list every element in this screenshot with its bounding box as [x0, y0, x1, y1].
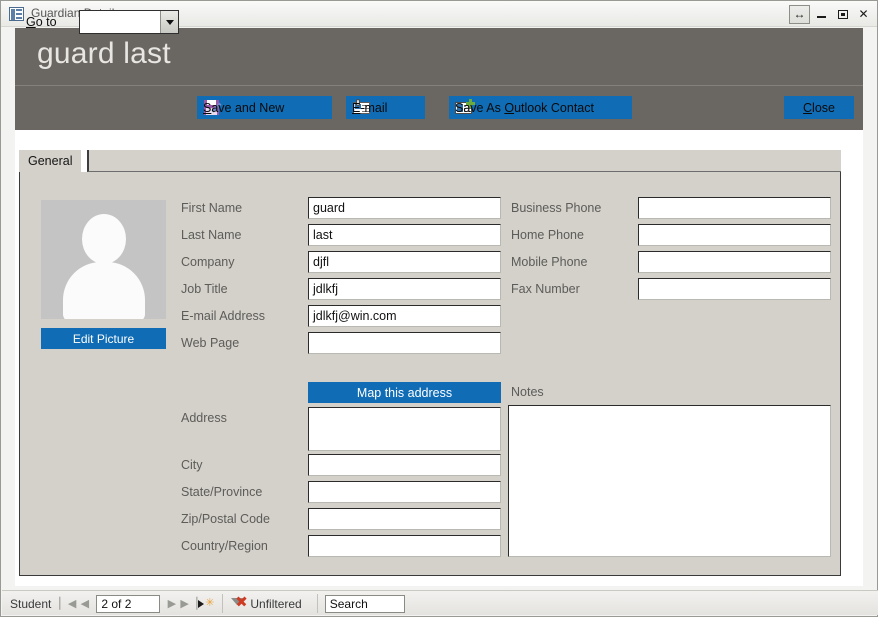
status-divider-1: [222, 594, 224, 613]
tab-general[interactable]: General: [19, 150, 82, 172]
home-phone-field[interactable]: [638, 224, 831, 246]
web-page-field[interactable]: [308, 332, 501, 354]
form-icon: [9, 7, 24, 21]
edit-picture-button[interactable]: Edit Picture: [41, 328, 166, 349]
status-divider-2: [316, 594, 318, 613]
job-title-field[interactable]: jdlkfj: [308, 278, 501, 300]
previous-record-button[interactable]: ◀: [76, 595, 93, 613]
guardian-details-window: Guardian Details ↔ ✕ guard last Go to Sa…: [0, 0, 878, 617]
minimize-button[interactable]: [812, 5, 831, 23]
goto-label: Go to: [26, 15, 57, 29]
state-province-field[interactable]: [308, 481, 501, 503]
save-as-outlook-contact-button[interactable]: Save As Outlook Contact: [449, 96, 632, 119]
label-email-address: E-mail Address: [181, 309, 266, 323]
new-record-button[interactable]: ✳: [197, 595, 215, 613]
status-bar: Student ▏◀ ◀ 2 of 2 ▶ ▶▕ ✳ Unfiltered Se…: [2, 590, 878, 615]
command-bar: [15, 85, 863, 131]
email-button[interactable]: E-mail: [346, 96, 425, 119]
next-record-button[interactable]: ▶: [163, 595, 180, 613]
window-controls: ↔ ✕: [789, 4, 873, 24]
avatar-body: [62, 262, 145, 319]
close-icon: ✕: [858, 7, 869, 21]
label-zip-postal-code: Zip/Postal Code: [181, 512, 270, 526]
person-silhouette-icon[interactable]: [41, 200, 166, 319]
label-web-page: Web Page: [181, 336, 240, 350]
new-record-arrow-icon: [198, 599, 205, 608]
maximize-button[interactable]: [833, 5, 852, 23]
search-input[interactable]: Search: [324, 594, 405, 613]
outlook-accel: O: [504, 100, 515, 115]
email-label: -mail: [360, 100, 388, 115]
label-notes: Notes: [511, 385, 544, 399]
close-label: lose: [812, 100, 835, 115]
maximize-icon: [837, 9, 848, 19]
close-accel: C: [803, 100, 813, 115]
close-window-button[interactable]: ✕: [854, 5, 873, 23]
restore-width-icon: ↔: [793, 7, 806, 21]
goto-accel: G: [26, 15, 36, 29]
label-first-name: First Name: [181, 201, 243, 215]
label-country-region: Country/Region: [181, 539, 268, 553]
label-home-phone: Home Phone: [511, 228, 584, 242]
chevron-down-icon[interactable]: [160, 11, 178, 33]
restore-width-button[interactable]: ↔: [789, 4, 810, 24]
label-fax-number: Fax Number: [511, 282, 580, 296]
first-name-field[interactable]: guard: [308, 197, 501, 219]
avatar-head: [81, 214, 126, 264]
save-and-new-label: ave and New: [211, 100, 285, 115]
goto-input[interactable]: [80, 11, 160, 33]
outlook-label-pre: Save As: [455, 100, 505, 115]
minimize-icon: [817, 16, 826, 18]
fax-number-field[interactable]: [638, 278, 831, 300]
save-and-new-button[interactable]: Save and New: [197, 96, 332, 119]
email-address-field[interactable]: jdlkfj@win.com: [308, 305, 501, 327]
label-mobile-phone: Mobile Phone: [511, 255, 588, 269]
country-region-field[interactable]: [308, 535, 501, 557]
filter-status-label: Unfiltered: [250, 596, 302, 611]
record-source-label: Student: [10, 596, 52, 611]
city-field[interactable]: [308, 454, 501, 476]
business-phone-field[interactable]: [638, 197, 831, 219]
label-state-province: State/Province: [181, 485, 263, 499]
close-button[interactable]: Close: [784, 96, 854, 119]
tab-strip: General: [19, 150, 841, 172]
last-name-field[interactable]: last: [308, 224, 501, 246]
label-address: Address: [181, 411, 227, 425]
goto-combobox[interactable]: [79, 10, 179, 34]
label-business-phone: Business Phone: [511, 201, 602, 215]
page-title: guard last: [37, 37, 171, 70]
first-record-button[interactable]: ▏◀: [59, 595, 76, 613]
address-field[interactable]: [308, 407, 501, 451]
outlook-label: utlook Contact: [514, 100, 594, 115]
current-record-field[interactable]: 2 of 2: [96, 594, 161, 613]
form-header: guard last: [15, 28, 863, 85]
goto-label-text: o to: [35, 15, 57, 29]
filter-removed-icon: [230, 597, 246, 611]
record-navigator: Student ▏◀ ◀ 2 of 2 ▶ ▶▕ ✳ Unfiltered Se…: [10, 594, 405, 613]
map-this-address-button[interactable]: Map this address: [308, 382, 501, 403]
new-record-star-icon: ✳: [205, 597, 215, 609]
label-city: City: [181, 458, 203, 472]
tab-strip-filler: [87, 150, 841, 172]
label-company: Company: [181, 255, 235, 269]
last-record-button[interactable]: ▶▕: [180, 595, 197, 613]
notes-field[interactable]: [508, 405, 831, 557]
label-job-title: Job Title: [181, 282, 228, 296]
label-last-name: Last Name: [181, 228, 242, 242]
mobile-phone-field[interactable]: [638, 251, 831, 273]
company-field[interactable]: djfl: [308, 251, 501, 273]
zip-postal-code-field[interactable]: [308, 508, 501, 530]
